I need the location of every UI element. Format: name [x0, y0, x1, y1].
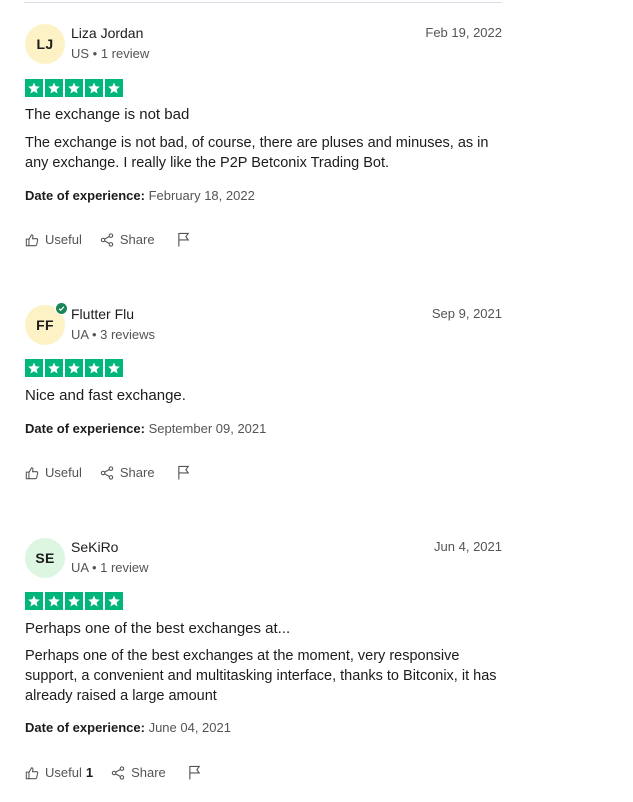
thumbs-up-icon — [25, 466, 39, 479]
star-icon — [85, 592, 103, 610]
experience-label: Date of experience: — [25, 188, 145, 203]
share-icon — [111, 765, 125, 780]
useful-label: Useful — [45, 465, 82, 480]
useful-label: Useful — [45, 765, 82, 780]
share-icon — [100, 465, 114, 480]
star-icon — [25, 79, 43, 97]
star-icon — [85, 359, 103, 377]
date-of-experience: Date of experience: February 18, 2022 — [25, 188, 255, 203]
review-actions: Useful 1 Share — [25, 765, 202, 780]
star-icon — [45, 79, 63, 97]
star-icon — [25, 359, 43, 377]
date-of-experience: Date of experience: June 04, 2021 — [25, 720, 231, 735]
reviewer-name[interactable]: Liza Jordan — [71, 25, 143, 41]
star-icon — [65, 359, 83, 377]
star-icon — [45, 592, 63, 610]
report-button[interactable] — [177, 465, 191, 480]
experience-date: September 09, 2021 — [148, 421, 267, 436]
useful-button[interactable]: Useful 1 — [25, 765, 93, 780]
reviewer-name[interactable]: SeKiRo — [71, 539, 118, 555]
review-actions: Useful Share — [25, 465, 191, 480]
thumbs-up-icon — [25, 766, 39, 779]
share-button[interactable]: Share — [100, 232, 155, 247]
review-body: The exchange is not bad, of course, ther… — [25, 135, 489, 171]
reviewer-meta: UA • 3 reviews — [71, 327, 156, 342]
report-button[interactable] — [177, 232, 191, 247]
experience-date: June 04, 2021 — [148, 720, 231, 735]
star-icon — [45, 359, 63, 377]
verified-check-icon — [55, 302, 68, 315]
reviewer-meta: UA • 1 review — [71, 560, 149, 575]
star-rating — [25, 79, 123, 97]
star-icon — [25, 592, 43, 610]
review-date: Feb 19, 2022 — [425, 25, 502, 40]
top-divider — [24, 2, 502, 3]
review-title[interactable]: Perhaps one of the best exchanges at... — [25, 620, 290, 637]
flag-icon — [189, 765, 201, 780]
experience-label: Date of experience: — [25, 720, 145, 735]
review-title[interactable]: Nice and fast exchange. — [25, 387, 186, 404]
reviewer-name[interactable]: Flutter Flu — [71, 306, 134, 322]
star-rating — [25, 592, 123, 610]
share-button[interactable]: Share — [111, 765, 166, 780]
experience-label: Date of experience: — [25, 421, 145, 436]
useful-button[interactable]: Useful — [25, 232, 82, 247]
share-label: Share — [119, 465, 155, 480]
star-icon — [85, 79, 103, 97]
useful-button[interactable]: Useful — [25, 465, 82, 480]
share-button[interactable]: Share — [100, 465, 155, 480]
review-body: Perhaps one of the best exchanges at the… — [25, 648, 497, 704]
date-of-experience: Date of experience: September 09, 2021 — [25, 421, 266, 436]
thumbs-up-icon — [25, 233, 39, 246]
avatar-initials: LJ — [36, 36, 54, 52]
avatar[interactable]: LJ — [25, 24, 65, 64]
star-rating — [25, 359, 123, 377]
review-actions: Useful Share — [25, 232, 191, 247]
report-button[interactable] — [188, 765, 202, 780]
avatar-initials: SE — [35, 550, 55, 566]
useful-count: 1 — [85, 765, 94, 780]
review-date: Jun 4, 2021 — [434, 539, 502, 554]
share-icon — [100, 232, 114, 247]
avatar[interactable]: FF — [25, 302, 68, 345]
reviewer-meta: US • 1 review — [71, 46, 150, 61]
review-title[interactable]: The exchange is not bad — [25, 106, 189, 123]
avatar[interactable]: SE — [25, 538, 65, 578]
flag-icon — [177, 232, 189, 247]
star-icon — [65, 592, 83, 610]
flag-icon — [177, 465, 189, 480]
star-icon — [105, 359, 123, 377]
review-date: Sep 9, 2021 — [431, 306, 502, 321]
share-label: Share — [131, 765, 166, 780]
useful-label: Useful — [45, 232, 82, 247]
star-icon — [105, 592, 123, 610]
avatar-initials: FF — [36, 317, 54, 333]
star-icon — [65, 79, 83, 97]
star-icon — [105, 79, 123, 97]
share-label: Share — [119, 232, 155, 247]
experience-date: February 18, 2022 — [148, 188, 255, 203]
